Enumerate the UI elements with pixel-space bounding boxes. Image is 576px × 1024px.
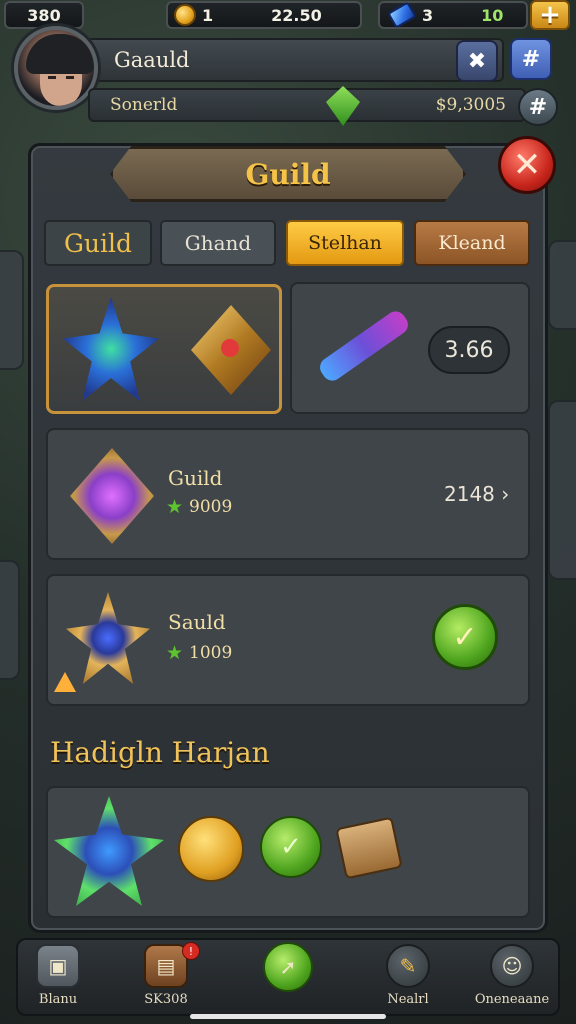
ruby-gem-icon	[221, 339, 239, 357]
nav-item-nealrl[interactable]: ✎ Nealrl	[360, 944, 456, 1014]
swords-button[interactable]: ✖	[456, 40, 498, 82]
treasure-chest-icon[interactable]	[335, 816, 403, 880]
guild-info-bar: Sonerld $9,3005	[88, 88, 526, 122]
gold-medallion-icon[interactable]	[178, 816, 244, 882]
coin-icon	[174, 4, 196, 26]
panel-title: Guild	[245, 157, 331, 191]
gem-counter[interactable]: 3 10	[378, 1, 528, 29]
coin-counter[interactable]: 1 22.50	[166, 1, 362, 29]
item-stat: ★ 1009	[166, 642, 232, 664]
nav-item-sk308[interactable]: ▤ SK308	[118, 944, 214, 1014]
bg-stone	[548, 400, 576, 580]
purple-wand-icon	[316, 307, 412, 385]
star-icon: ★	[166, 496, 184, 518]
selected-item-card[interactable]	[46, 284, 282, 414]
nav-item-oneneaane[interactable]: ☺ Oneneaane	[464, 944, 560, 1014]
avatar-hair	[26, 34, 94, 74]
player-name: Gaauld	[114, 48, 190, 72]
close-icon: ✕	[512, 145, 542, 185]
tab-kleand[interactable]: Kleand	[414, 220, 530, 266]
sapphire-ring-icon	[66, 592, 150, 684]
settings-grid-button[interactable]: #	[518, 88, 558, 126]
bg-stone	[0, 250, 24, 370]
star-icon: ★	[166, 642, 184, 664]
tab-stelhan[interactable]: Stelhan	[286, 220, 404, 266]
nav-label: Blanu	[38, 992, 78, 1007]
tab-label: Ghand	[184, 231, 252, 255]
item-name: Sauld	[168, 610, 226, 634]
player-avatar[interactable]	[14, 26, 98, 110]
tab-label: Guild	[63, 228, 133, 258]
close-button[interactable]: ✕	[498, 136, 556, 194]
check-icon: ✓	[452, 619, 478, 655]
grid-small-icon: #	[528, 94, 548, 120]
timer-value: 22.50	[271, 5, 322, 25]
panel-title-plate: Guild	[110, 146, 466, 202]
castle-icon: ▣	[36, 944, 80, 988]
rewards-row: ✓	[46, 786, 530, 918]
avatar-eye	[66, 76, 74, 79]
item-name: Guild	[168, 466, 223, 490]
guild-sub-label: Sonerld	[110, 95, 178, 115]
item-stat: ★ 9009	[166, 496, 232, 518]
tab-label: Stelhan	[308, 232, 382, 254]
section-title: Hadigln Harjan	[50, 736, 270, 769]
bg-stone	[0, 560, 20, 680]
grid-icon: #	[521, 46, 541, 72]
item-value-pill: 3.66	[428, 326, 510, 374]
item-count-link[interactable]: 2148 ›	[444, 482, 509, 506]
nav-item-blanu[interactable]: ▣ Blanu	[10, 944, 106, 1014]
nav-label: Oneneaane	[474, 992, 550, 1007]
gem-value: 3	[422, 5, 434, 25]
player-name-bar: Gaauld	[86, 38, 504, 82]
blue-star-weapon-icon	[63, 297, 159, 401]
green-check-orb-icon[interactable]: ✓	[260, 816, 322, 878]
energy-value: 10	[481, 5, 504, 25]
bg-stone	[548, 240, 576, 330]
item-stat-value: 1009	[189, 643, 233, 663]
grid-menu-button[interactable]: #	[510, 38, 552, 80]
coin-value: 1	[202, 5, 214, 25]
level-value: 380	[27, 5, 61, 25]
avatar-eye	[48, 76, 56, 79]
plus-icon: +	[539, 0, 561, 30]
golden-feather-icon: ✎	[386, 944, 430, 988]
gem-icon	[387, 1, 417, 29]
add-currency-button[interactable]: +	[530, 0, 570, 30]
tab-label: Kleand	[438, 232, 506, 254]
notification-badge: !	[182, 942, 200, 960]
crossed-swords-icon: ✖	[467, 48, 487, 74]
purple-amulet-icon	[70, 448, 154, 544]
item-stat-value: 9009	[189, 497, 233, 517]
confirm-button[interactable]: ✓	[432, 604, 498, 670]
home-indicator[interactable]	[190, 1014, 386, 1019]
guild-currency: $9,3005	[435, 95, 506, 115]
level-counter: 380	[4, 1, 84, 29]
item-value: 3.66	[444, 337, 494, 363]
green-orb-icon: ➚	[263, 942, 313, 992]
nav-label: Nealrl	[387, 992, 429, 1007]
crystal-star-icon	[54, 796, 164, 906]
item-card-wand[interactable]: 3.66	[290, 282, 530, 414]
nav-item-center[interactable]: ➚	[240, 942, 336, 1014]
tab-ghand[interactable]: Ghand	[160, 220, 276, 266]
top-resource-bar: 380 1 22.50 3 10 +	[0, 0, 576, 32]
settings-face-icon: ☺	[490, 944, 534, 988]
tab-guild[interactable]: Guild	[44, 220, 152, 266]
nav-label: SK308	[144, 992, 188, 1007]
